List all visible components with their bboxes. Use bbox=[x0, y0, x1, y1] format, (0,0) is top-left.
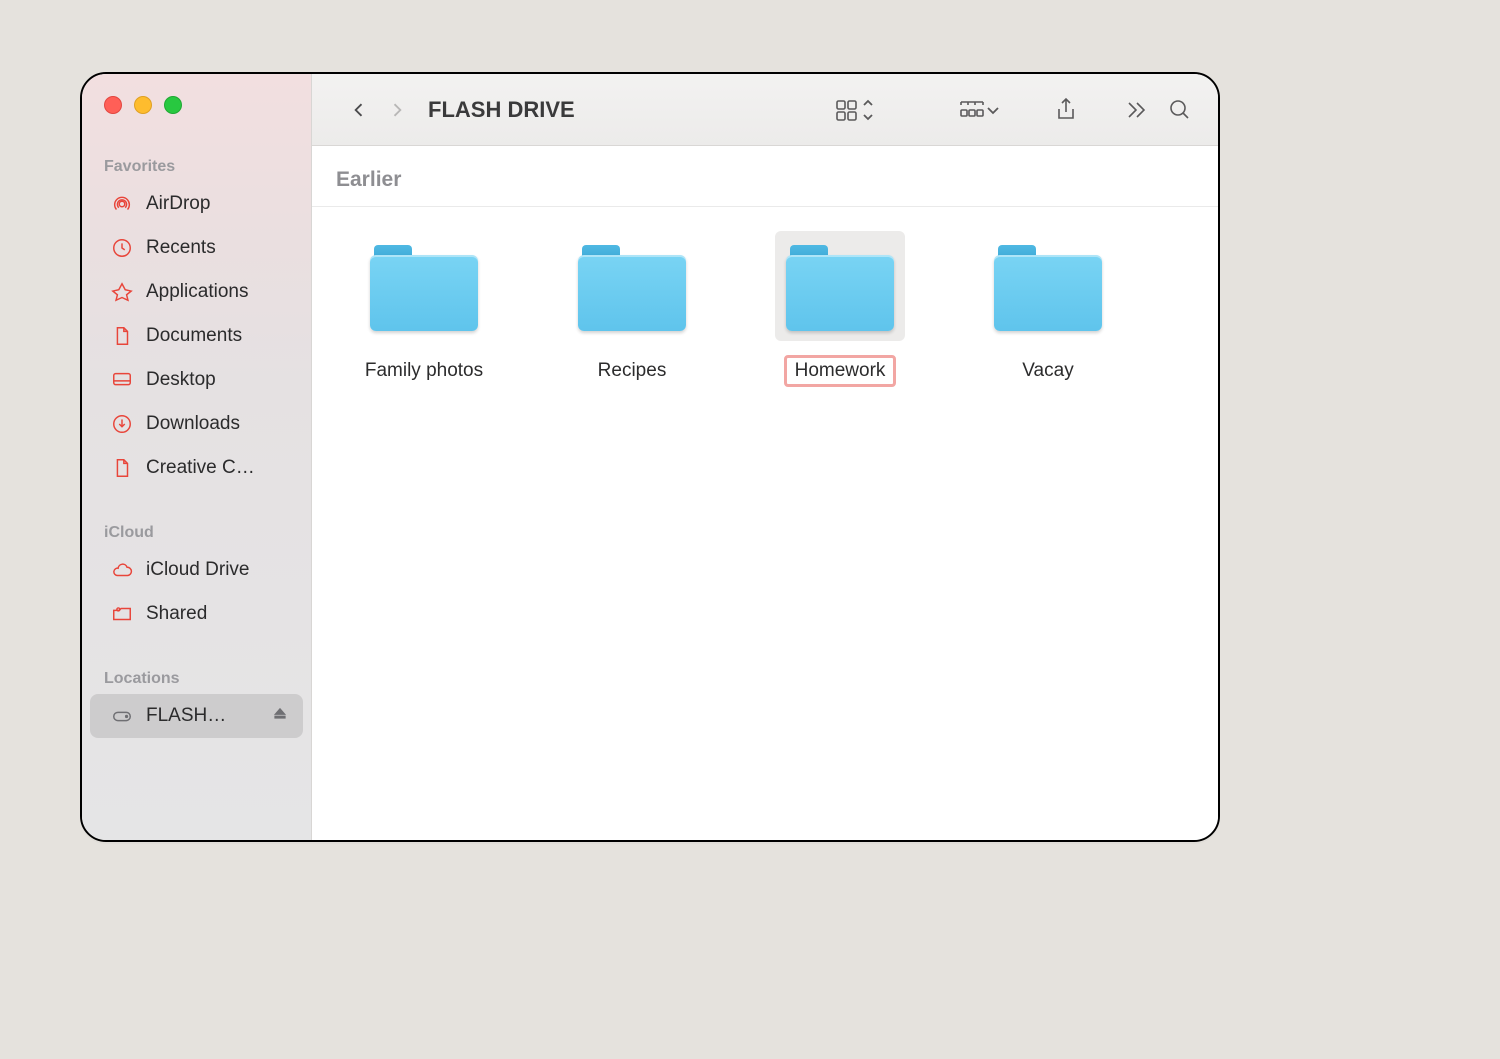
sidebar-item-creative-cloud[interactable]: Creative C… bbox=[90, 446, 303, 490]
items-grid: Family photos Recipes Homework Vacay bbox=[312, 207, 1218, 411]
sidebar-item-label: Desktop bbox=[146, 369, 289, 391]
sidebar-section-icloud: iCloud bbox=[104, 524, 311, 542]
folder-icon bbox=[775, 231, 905, 341]
sidebar-item-label: Shared bbox=[146, 603, 289, 625]
folder-item-homework[interactable]: Homework bbox=[736, 231, 944, 387]
sidebar-item-recents[interactable]: Recents bbox=[90, 226, 303, 270]
close-window-button[interactable] bbox=[104, 96, 122, 114]
clock-icon bbox=[110, 236, 134, 260]
cloud-icon bbox=[110, 558, 134, 582]
shared-folder-icon bbox=[110, 602, 134, 626]
sidebar-item-label: Applications bbox=[146, 281, 289, 303]
folder-label[interactable]: Family photos bbox=[354, 355, 494, 387]
folder-icon bbox=[359, 231, 489, 341]
sidebar-item-label: iCloud Drive bbox=[146, 559, 289, 581]
sidebar-item-shared[interactable]: Shared bbox=[90, 592, 303, 636]
sidebar-item-applications[interactable]: Applications bbox=[90, 270, 303, 314]
document-icon bbox=[110, 324, 134, 348]
folder-icon bbox=[567, 231, 697, 341]
nav-back-button[interactable] bbox=[342, 93, 376, 127]
sidebar-item-desktop[interactable]: Desktop bbox=[90, 358, 303, 402]
sidebar-item-label: Recents bbox=[146, 237, 289, 259]
share-button[interactable] bbox=[1048, 92, 1084, 128]
eject-button[interactable] bbox=[271, 704, 289, 728]
folder-label[interactable]: Vacay bbox=[1011, 355, 1084, 387]
window-controls bbox=[104, 96, 311, 114]
sidebar-item-documents[interactable]: Documents bbox=[90, 314, 303, 358]
sidebar-item-label: Documents bbox=[146, 325, 289, 347]
sidebar-item-flash-drive[interactable]: FLASH… bbox=[90, 694, 303, 738]
search-button[interactable] bbox=[1162, 92, 1198, 128]
sidebar-section-favorites: Favorites bbox=[104, 158, 311, 176]
folder-item-recipes[interactable]: Recipes bbox=[528, 231, 736, 387]
minimize-window-button[interactable] bbox=[134, 96, 152, 114]
content-area: Earlier Family photos Recipes Homework bbox=[312, 146, 1218, 840]
window-title: FLASH DRIVE bbox=[428, 97, 575, 123]
group-by-button[interactable] bbox=[954, 92, 1010, 128]
airdrop-icon bbox=[110, 192, 134, 216]
sidebar-item-icloud-drive[interactable]: iCloud Drive bbox=[90, 548, 303, 592]
sidebar: Favorites AirDrop Recents Applications D… bbox=[82, 74, 312, 840]
fullscreen-window-button[interactable] bbox=[164, 96, 182, 114]
sidebar-item-label: Downloads bbox=[146, 413, 289, 435]
finder-window: Favorites AirDrop Recents Applications D… bbox=[80, 72, 1220, 842]
more-toolbar-button[interactable] bbox=[1118, 92, 1152, 128]
folder-label-editing[interactable]: Homework bbox=[784, 355, 897, 387]
toolbar: FLASH DRIVE bbox=[312, 74, 1218, 146]
group-header: Earlier bbox=[312, 146, 1218, 207]
sidebar-item-airdrop[interactable]: AirDrop bbox=[90, 182, 303, 226]
sidebar-item-label: AirDrop bbox=[146, 193, 289, 215]
sidebar-item-downloads[interactable]: Downloads bbox=[90, 402, 303, 446]
view-mode-button[interactable] bbox=[830, 92, 880, 128]
external-drive-icon bbox=[110, 704, 134, 728]
folder-item-family-photos[interactable]: Family photos bbox=[320, 231, 528, 387]
sidebar-item-label: Creative C… bbox=[146, 457, 289, 479]
folder-item-vacay[interactable]: Vacay bbox=[944, 231, 1152, 387]
folder-label[interactable]: Recipes bbox=[587, 355, 678, 387]
file-icon bbox=[110, 456, 134, 480]
downloads-icon bbox=[110, 412, 134, 436]
folder-icon bbox=[983, 231, 1113, 341]
sidebar-item-label: FLASH… bbox=[146, 705, 259, 727]
nav-forward-button[interactable] bbox=[380, 93, 414, 127]
sidebar-section-locations: Locations bbox=[104, 670, 311, 688]
applications-icon bbox=[110, 280, 134, 304]
desktop-icon bbox=[110, 368, 134, 392]
